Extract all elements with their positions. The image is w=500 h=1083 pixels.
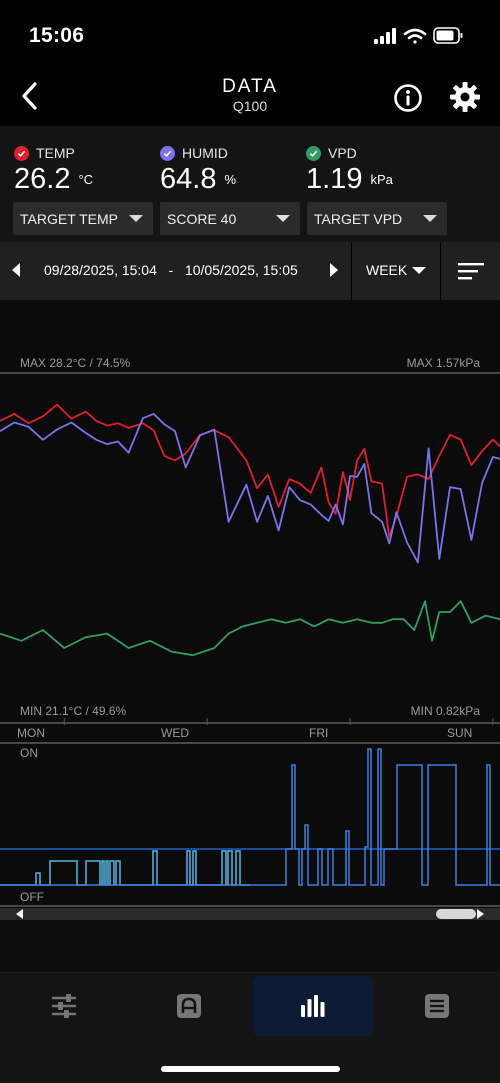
temp-value: 26.2 — [14, 163, 71, 195]
signal-icon — [374, 28, 396, 44]
caret-down-icon — [423, 215, 437, 222]
range-separator: - — [168, 262, 174, 278]
check-circle-icon — [14, 145, 29, 161]
chart-area[interactable]: MAX 28.2°C / 74.5% MAX 1.57kPa MIN 21.1°… — [0, 300, 500, 920]
home-indicator — [161, 1066, 340, 1072]
status-trace-blue — [0, 748, 500, 886]
next-arrow-icon[interactable] — [330, 263, 338, 277]
device-icon — [177, 994, 201, 1018]
nav-header: DATA Q100 — [0, 70, 500, 126]
info-icon[interactable] — [392, 82, 424, 114]
battery-icon — [433, 27, 463, 44]
chart-scrollbar-thumb[interactable] — [436, 909, 476, 919]
status-trace-cyan — [0, 850, 250, 886]
check-circle-icon — [306, 145, 321, 161]
list-icon — [425, 994, 449, 1018]
dropdown-label: TARGET VPD — [314, 210, 403, 227]
date-range-bar: 09/28/2025, 15:04 - 10/05/2025, 15:05 WE… — [0, 242, 500, 300]
vpd-value: 1.19 — [306, 163, 363, 195]
device-name: Q100 — [232, 98, 268, 114]
range-to: 10/05/2025, 15:05 — [184, 262, 298, 278]
reading-temp: TEMP 26.2 °C — [14, 144, 93, 195]
bar-chart-icon — [301, 995, 325, 1017]
previous-arrow-icon[interactable] — [12, 263, 20, 277]
dropdown-label: SCORE 40 — [167, 210, 237, 227]
temp-unit: °C — [78, 172, 94, 187]
page-title: DATA — [222, 76, 278, 97]
vpd-unit: kPa — [370, 172, 393, 187]
status-strip — [0, 748, 500, 886]
caret-down-icon — [412, 267, 426, 274]
chart-svg — [0, 372, 500, 920]
target-vpd-dropdown[interactable]: TARGET VPD — [307, 202, 447, 235]
score-dropdown[interactable]: SCORE 40 — [160, 202, 300, 235]
tab-device[interactable] — [129, 976, 249, 1036]
caret-down-icon — [129, 215, 143, 222]
divider — [351, 242, 352, 300]
caret-down-icon — [276, 215, 290, 222]
status-bar: 15:06 — [0, 0, 500, 70]
tab-controls[interactable] — [4, 976, 124, 1036]
humid-unit: % — [224, 172, 237, 187]
humid-value: 64.8 — [160, 163, 217, 195]
check-circle-icon — [160, 145, 175, 161]
sort-menu-icon[interactable] — [458, 261, 484, 281]
status-time: 15:06 — [29, 24, 85, 47]
series-line-vpd — [0, 600, 500, 657]
reading-vpd: VPD 1.19 kPa — [306, 144, 393, 195]
range-from: 09/28/2025, 15:04 — [44, 262, 157, 278]
humid-label: HUMID — [182, 145, 228, 161]
wifi-icon — [403, 28, 427, 44]
status-icons — [374, 27, 463, 44]
series-line-humid — [0, 413, 500, 564]
sliders-icon — [51, 994, 77, 1018]
temp-label: TEMP — [36, 145, 75, 161]
vpd-label: VPD — [328, 145, 357, 161]
dropdown-label: TARGET TEMP — [20, 210, 119, 227]
spacer — [0, 920, 500, 972]
period-dropdown[interactable]: WEEK — [366, 262, 407, 278]
series-lines — [0, 403, 500, 657]
chart-scrollbar-track — [0, 908, 500, 920]
target-temp-dropdown[interactable]: TARGET TEMP — [13, 202, 153, 235]
x-tick-marks — [63, 718, 494, 725]
date-range-text[interactable]: 09/28/2025, 15:04 - 10/05/2025, 15:05 — [44, 262, 298, 278]
gear-icon[interactable] — [449, 81, 481, 113]
reading-humid: HUMID 64.8% — [160, 144, 236, 195]
tab-log[interactable] — [377, 976, 497, 1036]
tab-data[interactable] — [253, 976, 373, 1036]
divider — [440, 242, 441, 300]
readings-panel: TEMP 26.2 °C HUMID 64.8% VPD 1.19 kPa TARG… — [0, 126, 500, 242]
